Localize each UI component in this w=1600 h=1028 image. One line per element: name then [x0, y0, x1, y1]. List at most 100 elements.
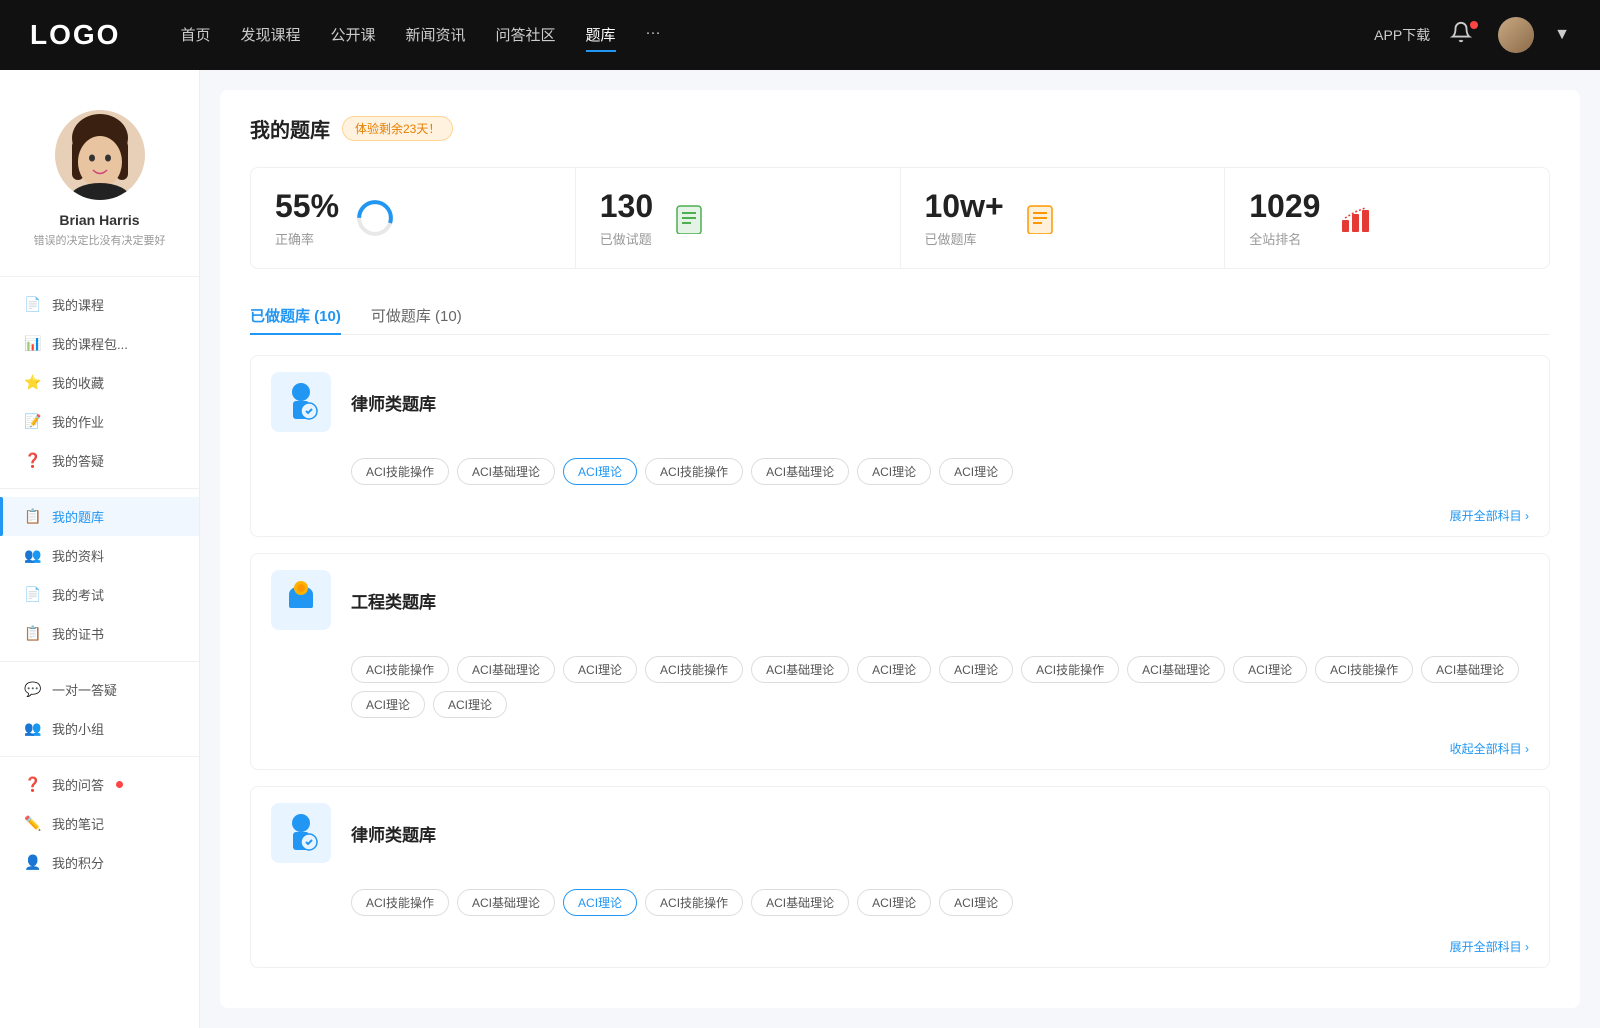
- qbank-tag-0-6[interactable]: ACI理论: [939, 458, 1013, 485]
- app-download-button[interactable]: APP下载: [1374, 25, 1430, 45]
- qbank-tags-1: ACI技能操作 ACI基础理论 ACI理论 ACI技能操作 ACI基础理论 ACI理论 AC…: [251, 646, 1549, 734]
- tab-0[interactable]: 已做题库 (10): [250, 297, 341, 334]
- avatar[interactable]: [1498, 17, 1534, 53]
- sidebar-item-11[interactable]: ❓ 我的问答: [0, 765, 199, 804]
- stat-accuracy-value: 55%: [275, 188, 339, 225]
- qbank-tag-0-1[interactable]: ACI基础理论: [457, 458, 555, 485]
- sidebar-item-label-7: 我的考试: [52, 585, 104, 604]
- stat-done-banks-value: 10w+: [925, 188, 1004, 225]
- stats-row: 55% 正确率 130 已做试题: [250, 167, 1550, 269]
- qbank-tag-1-6[interactable]: ACI理论: [939, 656, 1013, 683]
- sidebar-profile: Brian Harris 错误的决定比没有决定要好: [0, 90, 199, 268]
- qbank-section-1: 工程类题库 ACI技能操作ACI基础理论ACI理论ACI技能操作ACI基础理论A…: [250, 553, 1550, 770]
- sidebar-item-1[interactable]: 📊 我的课程包...: [0, 324, 199, 363]
- qbank-header-1: 工程类题库: [251, 554, 1549, 646]
- sidebar-item-13[interactable]: 👤 我的积分: [0, 843, 199, 882]
- qbank-tag-1-10[interactable]: ACI技能操作: [1315, 656, 1413, 683]
- qbank-tag-1-4[interactable]: ACI基础理论: [751, 656, 849, 683]
- qbank-title-1: 工程类题库: [351, 588, 436, 613]
- qbank-tag-0-0[interactable]: ACI技能操作: [351, 458, 449, 485]
- tab-1[interactable]: 可做题库 (10): [371, 297, 462, 334]
- qbank-tag-1-5[interactable]: ACI理论: [857, 656, 931, 683]
- qbank-tag-1-8[interactable]: ACI基础理论: [1127, 656, 1225, 683]
- navbar-nav: 首页发现课程公开课新闻资讯问答社区题库 ···: [180, 19, 1374, 52]
- menu-icon-12: ✏️: [24, 815, 42, 833]
- qbank-tag-1-0[interactable]: ACI技能操作: [351, 656, 449, 683]
- accuracy-chart-icon: [355, 198, 395, 238]
- qbank-section-0: 律师类题库 ACI技能操作ACI基础理论ACI理论ACI技能操作ACI基础理论A…: [250, 355, 1550, 537]
- sidebar-divider-4: [0, 488, 199, 489]
- sidebar-item-label-11: 我的问答: [52, 775, 104, 794]
- notification-dot: [1470, 21, 1478, 29]
- qbank-tag-0-5[interactable]: ACI理论: [857, 458, 931, 485]
- stat-done-questions-value: 130: [600, 188, 653, 225]
- sidebar-item-5[interactable]: 📋 我的题库: [0, 497, 199, 536]
- sidebar-item-0[interactable]: 📄 我的课程: [0, 285, 199, 324]
- sidebar-item-3[interactable]: 📝 我的作业: [0, 402, 199, 441]
- page-title-row: 我的题库 体验剩余23天！: [250, 114, 1550, 143]
- sidebar-item-12[interactable]: ✏️ 我的笔记: [0, 804, 199, 843]
- sidebar-item-2[interactable]: ⭐ 我的收藏: [0, 363, 199, 402]
- navbar-item-首页[interactable]: 首页: [180, 19, 210, 52]
- qbank-footer-1[interactable]: 收起全部科目 ›: [251, 734, 1549, 769]
- menu-icon-5: 📋: [24, 508, 42, 526]
- menu-icon-8: 📋: [24, 625, 42, 643]
- sidebar-item-10[interactable]: 👥 我的小组: [0, 709, 199, 748]
- navbar: LOGO 首页发现课程公开课新闻资讯问答社区题库··· APP下载 ▼: [0, 0, 1600, 70]
- qbank-tag-1-13[interactable]: ACI理论: [433, 691, 507, 718]
- questions-icon: [669, 198, 709, 238]
- avatar-illustration: [55, 110, 145, 200]
- stat-accuracy: 55% 正确率: [251, 168, 576, 268]
- qbank-tag-2-2[interactable]: ACI理论: [563, 889, 637, 916]
- sidebar-item-label-10: 我的小组: [52, 719, 104, 738]
- qbank-tag-1-12[interactable]: ACI理论: [351, 691, 425, 718]
- navbar-item-新闻资讯[interactable]: 新闻资讯: [406, 19, 466, 52]
- sidebar-item-label-1: 我的课程包...: [52, 334, 128, 353]
- navbar-item-题库[interactable]: 题库: [586, 19, 616, 52]
- sidebar-divider-8: [0, 661, 199, 662]
- qbank-tag-1-9[interactable]: ACI理论: [1233, 656, 1307, 683]
- qbank-footer-2[interactable]: 展开全部科目 ›: [251, 932, 1549, 967]
- ranking-icon: [1336, 198, 1376, 238]
- qbank-tag-2-0[interactable]: ACI技能操作: [351, 889, 449, 916]
- qbank-tag-0-2[interactable]: ACI理论: [563, 458, 637, 485]
- qbank-icon-1: [271, 570, 331, 630]
- sidebar-item-8[interactable]: 📋 我的证书: [0, 614, 199, 653]
- menu-icon-6: 👥: [24, 547, 42, 565]
- sidebar-item-7[interactable]: 📄 我的考试: [0, 575, 199, 614]
- notification-bell-icon[interactable]: [1450, 21, 1478, 49]
- qbank-tag-1-11[interactable]: ACI基础理论: [1421, 656, 1519, 683]
- qbank-tag-2-1[interactable]: ACI基础理论: [457, 889, 555, 916]
- navbar-item-发现课程[interactable]: 发现课程: [240, 19, 300, 52]
- qbank-tag-1-7[interactable]: ACI技能操作: [1021, 656, 1119, 683]
- qbank-tag-2-6[interactable]: ACI理论: [939, 889, 1013, 916]
- qbank-header-2: 律师类题库: [251, 787, 1549, 879]
- navbar-dropdown-icon[interactable]: ▼: [1554, 26, 1570, 44]
- qbank-title-2: 律师类题库: [351, 821, 436, 846]
- sidebar-item-9[interactable]: 💬 一对一答疑: [0, 670, 199, 709]
- qbank-tag-1-1[interactable]: ACI基础理论: [457, 656, 555, 683]
- qbank-tag-0-3[interactable]: ACI技能操作: [645, 458, 743, 485]
- menu-icon-10: 👥: [24, 720, 42, 738]
- sidebar-avatar: [55, 110, 145, 200]
- menu-icon-9: 💬: [24, 681, 42, 699]
- qbank-tag-0-4[interactable]: ACI基础理论: [751, 458, 849, 485]
- stat-done-banks-label: 已做题库: [925, 229, 1004, 248]
- trial-badge: 体验剩余23天！: [342, 116, 453, 141]
- qbank-tag-1-3[interactable]: ACI技能操作: [645, 656, 743, 683]
- sidebar-item-4[interactable]: ❓ 我的答疑: [0, 441, 199, 480]
- qbank-icon-2: [271, 803, 331, 863]
- navbar-item-问答社区[interactable]: 问答社区: [496, 19, 556, 52]
- sidebar-username: Brian Harris: [59, 212, 139, 228]
- qbank-tag-2-3[interactable]: ACI技能操作: [645, 889, 743, 916]
- qbank-tag-1-2[interactable]: ACI理论: [563, 656, 637, 683]
- qbank-tag-2-4[interactable]: ACI基础理论: [751, 889, 849, 916]
- stat-done-banks: 10w+ 已做题库: [901, 168, 1226, 268]
- stat-done-questions-label: 已做试题: [600, 229, 653, 248]
- qbank-footer-0[interactable]: 展开全部科目 ›: [251, 501, 1549, 536]
- sidebar-item-6[interactable]: 👥 我的资料: [0, 536, 199, 575]
- qbank-tag-2-5[interactable]: ACI理论: [857, 889, 931, 916]
- navbar-item-公开课[interactable]: 公开课: [330, 19, 375, 52]
- navbar-item-···[interactable]: ···: [646, 19, 661, 52]
- menu-icon-4: ❓: [24, 452, 42, 470]
